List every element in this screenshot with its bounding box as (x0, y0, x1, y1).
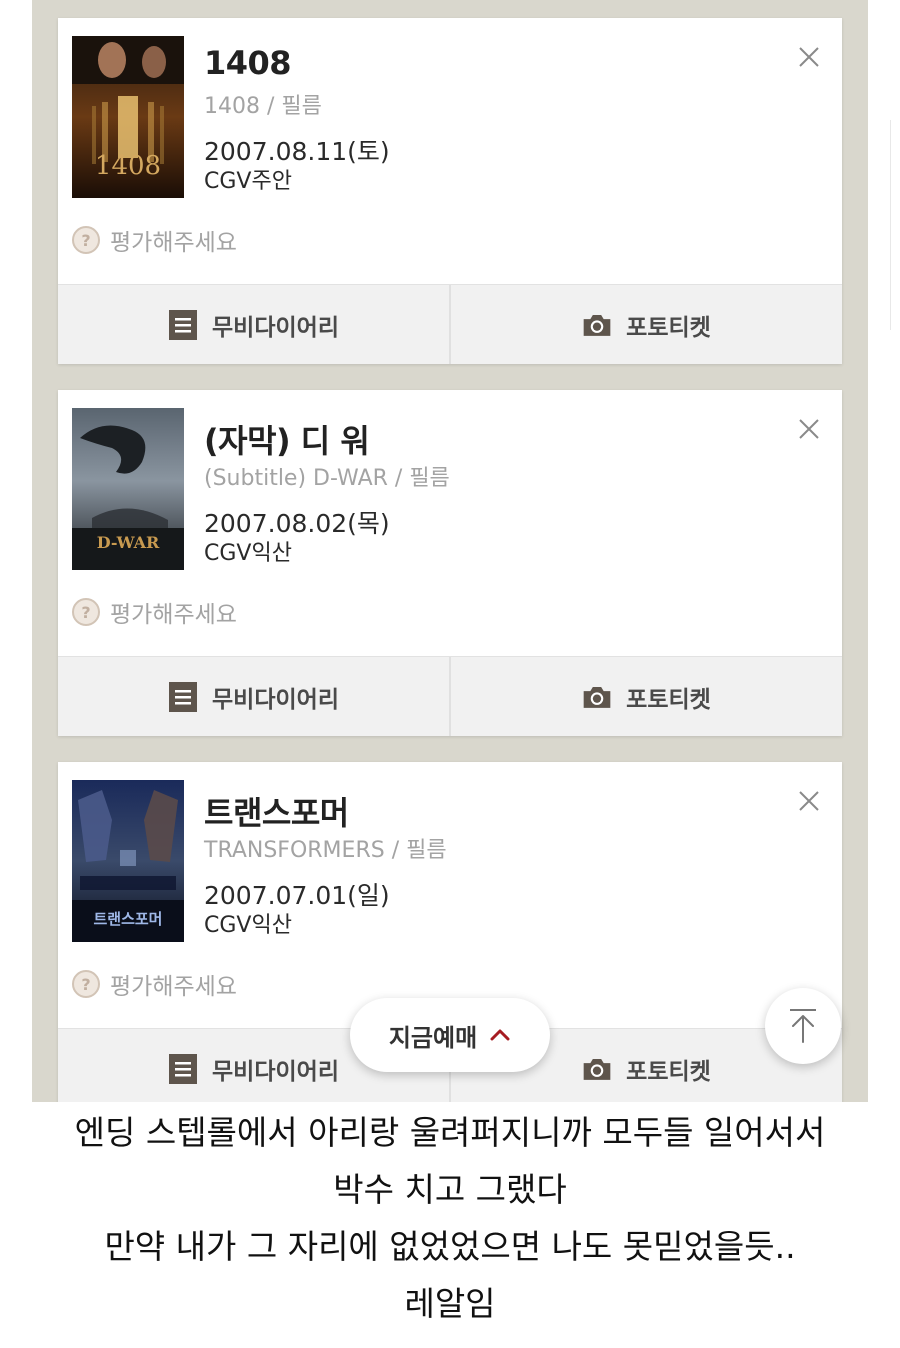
poster-title: 트랜스포머 (93, 910, 162, 928)
photo-ticket-button[interactable]: 포토티켓 (449, 657, 842, 736)
movie-title: 트랜스포머 (204, 794, 349, 832)
movie-title: 1408 (204, 44, 292, 82)
rate-label: 평가해주세요 (110, 974, 237, 1000)
chevron-up-icon (490, 1029, 510, 1041)
close-icon (799, 419, 819, 439)
photo-ticket-button[interactable]: 포토티켓 (449, 285, 842, 364)
caption-line: 레알임 (404, 1284, 496, 1323)
photo-ticket-label: 포토티켓 (626, 314, 711, 341)
rate-label: 평가해주세요 (110, 602, 237, 628)
question-icon: ? (72, 970, 100, 998)
scroll-gutter (868, 0, 900, 1102)
book-now-label: 지금예매 (388, 1023, 478, 1052)
movie-history-list: 1408 1408 1408 / 필름 2007.08.11(토) CGV주안 … (32, 0, 868, 1102)
card-actions: 무비다이어리 포토티켓 (58, 284, 842, 364)
delete-button[interactable] (796, 416, 822, 442)
photo-ticket-label: 포토티켓 (626, 686, 711, 713)
caption-line: 만약 내가 그 자리에 없었었으면 나도 못믿었을듯.. (104, 1227, 796, 1266)
movie-diary-label: 무비다이어리 (212, 1058, 339, 1085)
document-list-icon (168, 681, 198, 712)
question-icon: ? (72, 598, 100, 626)
movie-subtitle: (Subtitle) D-WAR / 필름 (204, 466, 450, 491)
photo-ticket-label: 포토티켓 (626, 1058, 711, 1085)
movie-card: 1408 1408 1408 / 필름 2007.08.11(토) CGV주안 … (58, 18, 842, 364)
movie-diary-button[interactable]: 무비다이어리 (58, 657, 449, 736)
caption-line: 박수 치고 그랬다 (333, 1170, 567, 1209)
rate-prompt[interactable]: ? 평가해주세요 (72, 222, 237, 258)
caption-text: 엔딩 스텝롤에서 아리랑 울려퍼지니까 모두들 일어서서 박수 치고 그랬다 만… (0, 1104, 900, 1332)
document-list-icon (168, 309, 198, 340)
caption-line: 엔딩 스텝롤에서 아리랑 울려퍼지니까 모두들 일어서서 (74, 1113, 826, 1152)
movie-title: (자막) 디 워 (204, 422, 370, 460)
movie-card: D-WAR (자막) 디 워 (Subtitle) D-WAR / 필름 200… (58, 390, 842, 736)
poster-image: 트랜스포머 (72, 780, 184, 942)
poster-title: D-WAR (97, 533, 160, 552)
movie-subtitle: TRANSFORMERS / 필름 (204, 838, 447, 863)
movie-poster[interactable]: D-WAR (72, 408, 184, 570)
movie-diary-label: 무비다이어리 (212, 314, 339, 341)
close-icon (799, 47, 819, 67)
book-now-button[interactable]: 지금예매 (350, 998, 550, 1072)
delete-button[interactable] (796, 788, 822, 814)
question-icon: ? (72, 226, 100, 254)
theater-name: CGV익산 (204, 541, 292, 566)
movie-diary-label: 무비다이어리 (212, 686, 339, 713)
close-icon (799, 791, 819, 811)
poster-image: D-WAR (72, 408, 184, 570)
card-actions: 무비다이어리 포토티켓 (58, 656, 842, 736)
scroll-to-top-button[interactable] (765, 988, 841, 1064)
scroll-indicator[interactable] (890, 120, 891, 330)
movie-diary-button[interactable]: 무비다이어리 (58, 285, 449, 364)
camera-icon (582, 1054, 612, 1084)
movie-poster[interactable]: 트랜스포머 (72, 780, 184, 942)
camera-icon (582, 682, 612, 712)
rate-prompt[interactable]: ? 평가해주세요 (72, 594, 237, 630)
document-list-icon (168, 1053, 198, 1084)
poster-title: 1408 (95, 151, 161, 181)
rate-prompt[interactable]: ? 평가해주세요 (72, 966, 237, 1002)
movie-subtitle: 1408 / 필름 (204, 94, 322, 119)
rate-label: 평가해주세요 (110, 230, 237, 256)
poster-image: 1408 (72, 36, 184, 198)
movie-poster[interactable]: 1408 (72, 36, 184, 198)
theater-name: CGV주안 (204, 169, 292, 194)
arrow-up-icon (790, 1009, 816, 1043)
camera-icon (582, 310, 612, 340)
delete-button[interactable] (796, 44, 822, 70)
theater-name: CGV익산 (204, 913, 292, 938)
